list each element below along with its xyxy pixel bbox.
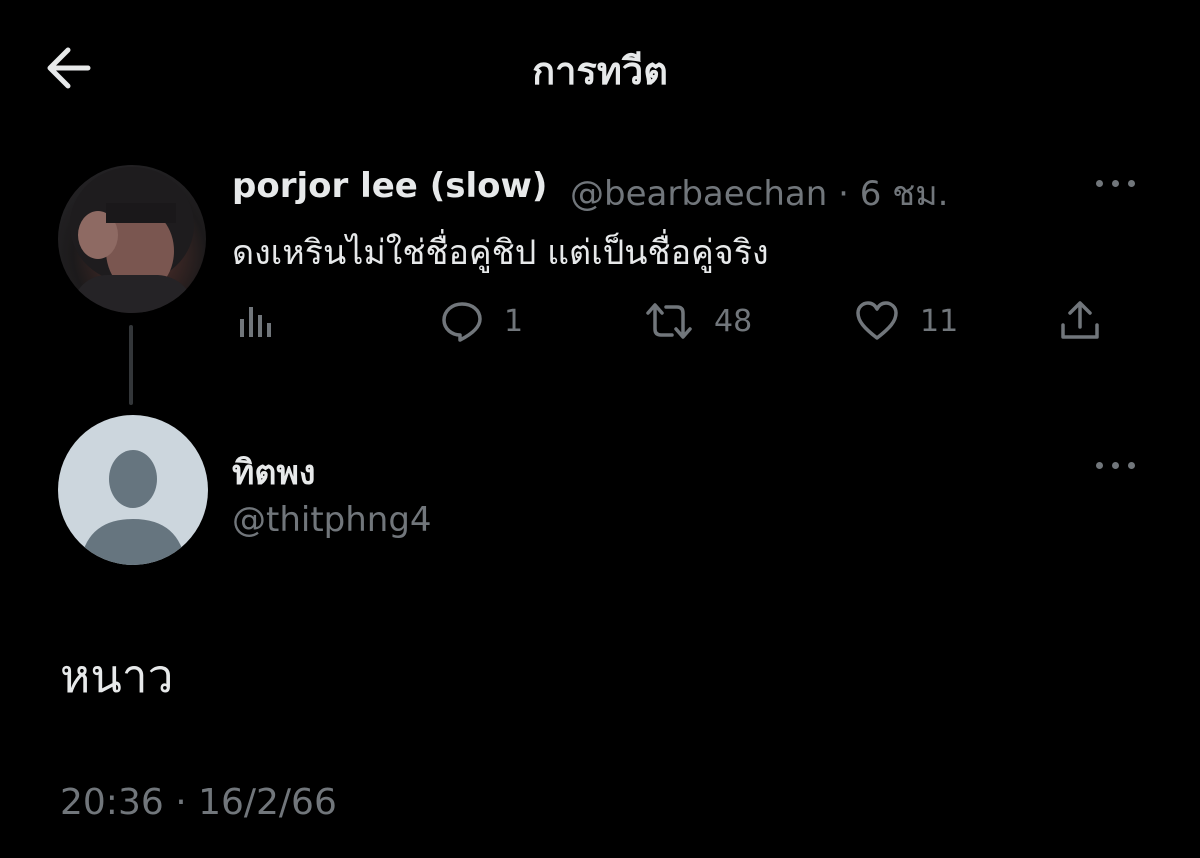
tweet-timestamp[interactable]: 20:36 · 16/2/66 <box>60 782 337 823</box>
like-button[interactable]: 11 <box>854 296 958 346</box>
retweet-count: 48 <box>714 303 753 339</box>
parent-action-bar: 1 48 11 <box>232 296 1112 346</box>
reply-tweet-text: หนาว <box>60 649 174 703</box>
reply-author-name[interactable]: ทิตพง <box>232 445 316 499</box>
bar-chart-icon <box>240 307 271 337</box>
speech-bubble-icon <box>442 302 482 342</box>
top-bar: การทวีต <box>0 0 1200 135</box>
like-count: 11 <box>920 303 959 339</box>
share-icon <box>1061 301 1099 339</box>
reply-author-handle[interactable]: @thitphng4 <box>232 500 432 540</box>
default-profile-icon <box>80 450 186 565</box>
reply-more-options-button[interactable] <box>1094 455 1138 475</box>
share-button[interactable] <box>1058 296 1102 346</box>
thread-connector-line <box>129 325 133 405</box>
reply-count: 1 <box>504 303 524 339</box>
reply-author-avatar[interactable] <box>58 415 208 565</box>
parent-more-options-button[interactable] <box>1094 173 1138 193</box>
retweet-button[interactable]: 48 <box>644 296 752 346</box>
parent-author-handle-time[interactable]: @bearbaechan · 6 ชม. <box>570 166 948 220</box>
view-analytics-button[interactable] <box>236 296 276 346</box>
retweet-icon <box>646 303 692 339</box>
avatar-photo <box>68 167 198 313</box>
reply-button[interactable]: 1 <box>440 296 523 346</box>
page-title: การทวีต <box>532 49 668 93</box>
parent-author-name[interactable]: porjor lee (slow) <box>232 166 547 206</box>
heart-icon <box>856 301 898 340</box>
tweet-detail-page: การทวีต porjor lee (slow) @bearbaechan ·… <box>0 0 1200 858</box>
parent-author-avatar[interactable] <box>58 165 206 313</box>
parent-tweet-text: ดงเหรินไม่ใช่ชื่อคู่ชิป แต่เป็นชื่อคู่จร… <box>232 233 769 273</box>
